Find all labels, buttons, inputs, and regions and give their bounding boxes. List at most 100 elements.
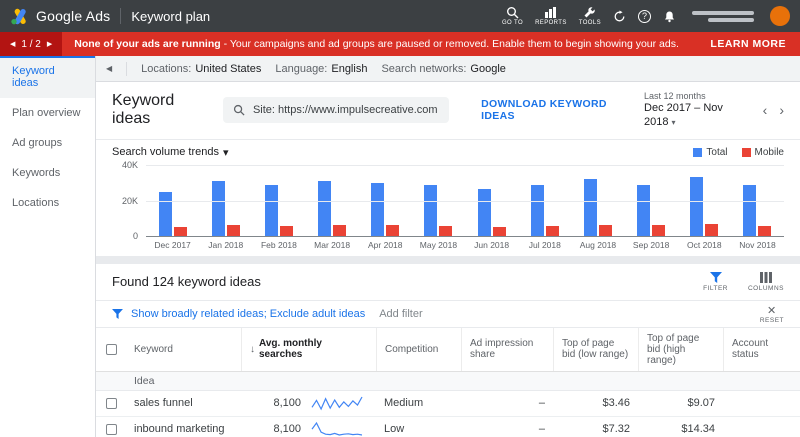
bar-mobile [599, 225, 612, 236]
bar-group [743, 185, 771, 236]
refresh-icon[interactable] [613, 10, 626, 23]
learn-more-button[interactable]: LEARN MORE [696, 38, 800, 50]
table-row[interactable]: inbound marketing8,100Low–$7.32$14.34 [96, 417, 800, 437]
bar-group [265, 185, 293, 236]
bid-low-cell: $7.32 [553, 417, 638, 437]
filter-label: FILTER [703, 285, 728, 292]
column-header-bid-high[interactable]: Top of page bid (high range) [638, 328, 723, 371]
column-header-bid-low[interactable]: Top of page bid (low range) [553, 328, 638, 371]
avg-searches-value: 8,100 [249, 397, 301, 409]
sidebar-item-ad-groups[interactable]: Ad groups [0, 128, 95, 158]
tools-button[interactable]: TOOLS [579, 6, 601, 26]
bar-total [212, 181, 225, 236]
range-next-icon[interactable]: › [779, 102, 784, 118]
search-icon [506, 6, 519, 19]
sidebar-item-keywords[interactable]: Keywords [0, 158, 95, 188]
search-networks-setting[interactable]: Search networks: Google [381, 63, 505, 75]
bar-total [743, 185, 756, 236]
reset-filters-button[interactable]: ✕ RESET [760, 304, 784, 324]
row-checkbox-cell [96, 391, 126, 416]
table-row[interactable]: sales funnel8,100Medium–$3.46$9.07 [96, 391, 800, 417]
add-filter-button[interactable]: Add filter [379, 308, 422, 320]
row-checkbox[interactable] [106, 398, 117, 409]
y-axis-label: 20K [122, 196, 138, 206]
y-axis-label: 40K [122, 160, 138, 170]
account-status-cell [723, 391, 800, 416]
select-all-checkbox[interactable] [106, 344, 117, 355]
chart-title-dropdown[interactable]: Search volume trends ▾ [112, 146, 229, 159]
range-prev-icon[interactable]: ‹ [763, 102, 768, 118]
topbar-actions: GO TO REPORTS TOOLS ? [502, 6, 790, 26]
alert-next-icon[interactable]: ▶ [47, 40, 52, 48]
page-title: Keyword plan [131, 9, 210, 24]
account-info[interactable] [692, 11, 754, 22]
context-bar: ◀ Locations: United States Language: Eng… [96, 56, 800, 82]
sidebar-item-locations[interactable]: Locations [0, 188, 95, 218]
table-body: sales funnel8,100Medium–$3.46$9.07inboun… [96, 391, 800, 437]
search-networks-label: Search networks: [381, 63, 466, 75]
locations-setting[interactable]: Locations: United States [141, 63, 261, 75]
y-axis-label: 0 [133, 231, 138, 241]
goto-button[interactable]: GO TO [502, 6, 523, 26]
select-all-cell [96, 328, 126, 371]
row-checkbox[interactable] [106, 424, 117, 435]
site-search-input[interactable]: Site: https://www.impulsecreative.com [223, 97, 449, 123]
column-header-avg-monthly-searches[interactable]: ↓ Avg. monthly searches [241, 328, 376, 371]
funnel-icon [112, 309, 123, 319]
results-table: Found 124 keyword ideas FILTER COLUMNS [96, 264, 800, 437]
bar-group [690, 177, 718, 236]
bar-group [531, 185, 559, 236]
column-header-account-status[interactable]: Account status [723, 328, 800, 371]
reset-label: RESET [760, 317, 784, 324]
results-header: Found 124 keyword ideas FILTER COLUMNS [96, 264, 800, 301]
date-range-value: Dec 2017 – Nov 2018▾ [644, 102, 747, 130]
alert-message: None of your ads are running - Your camp… [62, 38, 696, 50]
tools-label: TOOLS [579, 20, 601, 26]
ad-impression-share-cell: – [461, 391, 553, 416]
locations-value: United States [195, 63, 261, 75]
active-filters-chip[interactable]: Show broadly related ideas; Exclude adul… [131, 308, 365, 320]
avatar[interactable] [770, 6, 790, 26]
columns-button[interactable]: COLUMNS [748, 272, 784, 292]
language-value: English [331, 63, 367, 75]
reports-label: REPORTS [535, 20, 567, 26]
close-icon: ✕ [767, 304, 777, 317]
gridline [146, 201, 784, 202]
x-axis-label: Aug 2018 [571, 240, 624, 250]
column-header-ad-impression-share[interactable]: Ad impression share [461, 328, 553, 371]
date-range-caption: Last 12 months [644, 91, 747, 102]
search-volume-chart: Search volume trends ▾ TotalMobile 40K20… [96, 139, 800, 256]
legend-swatch [742, 148, 751, 157]
sidebar-item-keyword-ideas[interactable]: Keyword ideas [0, 56, 95, 98]
chevron-down-icon: ▾ [223, 146, 229, 159]
bar-mobile [227, 225, 240, 236]
sidebar-item-plan-overview[interactable]: Plan overview [0, 98, 95, 128]
legend-item-mobile: Mobile [742, 147, 784, 158]
avg-searches-value: 8,100 [249, 423, 301, 435]
x-axis-label: Jul 2018 [518, 240, 571, 250]
table-section-idea: Idea [96, 372, 800, 391]
x-axis-label: Jun 2018 [465, 240, 518, 250]
help-icon[interactable]: ? [638, 10, 651, 23]
plan-header: Keyword ideas Site: https://www.impulsec… [96, 82, 800, 139]
bell-icon[interactable] [663, 10, 676, 23]
bar-group [159, 192, 187, 236]
main-panel: ◀ Locations: United States Language: Eng… [96, 56, 800, 437]
download-keyword-ideas-link[interactable]: DOWNLOAD KEYWORD IDEAS [481, 98, 628, 122]
bar-total [371, 183, 384, 236]
filter-button[interactable]: FILTER [703, 272, 728, 292]
column-header-competition[interactable]: Competition [376, 328, 461, 371]
column-header-keyword[interactable]: Keyword [126, 328, 241, 371]
google-ads-logo[interactable]: Google Ads [10, 8, 110, 25]
bar-total [690, 177, 703, 236]
reports-button[interactable]: REPORTS [535, 6, 567, 26]
language-setting[interactable]: Language: English [275, 63, 367, 75]
alert-prev-icon[interactable]: ◀ [10, 40, 15, 48]
avg-searches-cell: 8,100 [241, 417, 376, 437]
date-range-selector[interactable]: Last 12 months Dec 2017 – Nov 2018▾ [644, 91, 747, 130]
bar-mobile [652, 225, 665, 236]
x-axis-label: Dec 2017 [146, 240, 199, 250]
gridline [146, 165, 784, 166]
back-icon[interactable]: ◀ [106, 64, 112, 73]
bid-high-cell: $14.34 [638, 417, 723, 437]
